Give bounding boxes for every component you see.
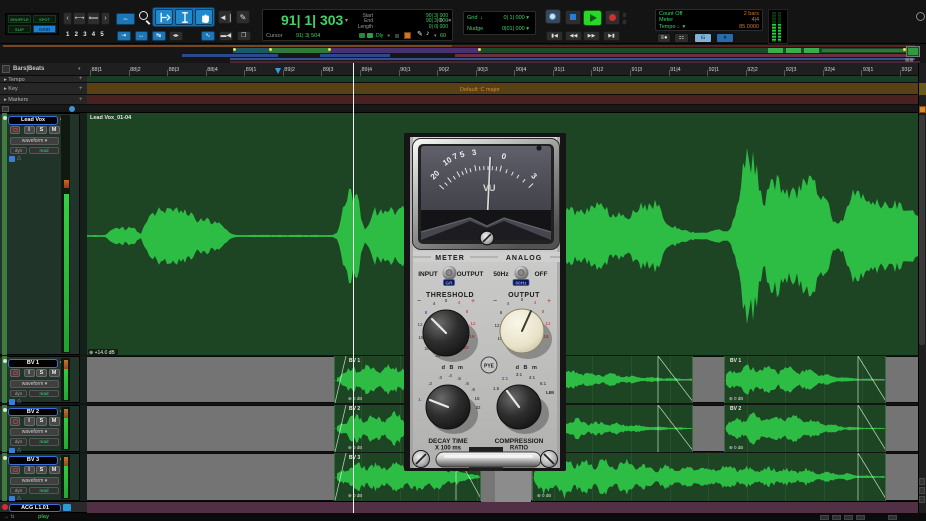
svg-text:GR: GR (445, 280, 453, 286)
svg-text:12: 12 (494, 323, 500, 328)
svg-text:12: 12 (470, 321, 476, 326)
svg-text:1.: 1. (418, 397, 422, 402)
svg-text:2:1: 2:1 (502, 376, 509, 381)
svg-text:d B m: d B m (516, 365, 539, 371)
svg-text:PYE: PYE (484, 364, 495, 370)
svg-text:.8: .8 (471, 387, 475, 392)
svg-text:−: − (493, 298, 497, 305)
svg-text:1.5: 1.5 (493, 386, 500, 391)
svg-text:INPUT: INPUT (418, 271, 438, 278)
svg-text:3:1: 3:1 (516, 372, 523, 377)
svg-text:DECAY TIME: DECAY TIME (428, 438, 468, 445)
svg-text:4:1: 4:1 (529, 375, 536, 380)
svg-text:16: 16 (474, 396, 480, 401)
svg-text:+: + (547, 298, 551, 305)
svg-text:COMPRESSION: COMPRESSION (495, 438, 544, 445)
svg-text:.4: .4 (448, 373, 452, 378)
svg-text:ANALOG: ANALOG (506, 255, 542, 262)
svg-text:50Hz: 50Hz (493, 271, 509, 278)
svg-text:12: 12 (417, 322, 423, 327)
svg-text:d B m: d B m (442, 365, 465, 371)
svg-text:12: 12 (545, 321, 551, 326)
svg-text:OFF: OFF (535, 271, 548, 278)
svg-text:LIM: LIM (546, 390, 554, 395)
svg-text:.2: .2 (428, 381, 432, 386)
svg-text:X 100 ms: X 100 ms (435, 446, 462, 452)
svg-text:RATIO: RATIO (510, 446, 529, 452)
svg-text:.6: .6 (465, 381, 469, 386)
svg-text:+: + (471, 298, 475, 305)
svg-text:.5: .5 (457, 376, 461, 381)
svg-text:METER: METER (435, 255, 465, 262)
svg-text:OUTPUT: OUTPUT (457, 271, 484, 278)
svg-text:6:1: 6:1 (540, 381, 547, 386)
svg-text:THRESHOLD: THRESHOLD (426, 292, 474, 299)
svg-text:−: − (417, 298, 421, 305)
svg-text:OUTPUT: OUTPUT (508, 292, 540, 299)
svg-text:60Hz: 60Hz (515, 280, 527, 286)
svg-text:.3: .3 (438, 375, 442, 380)
